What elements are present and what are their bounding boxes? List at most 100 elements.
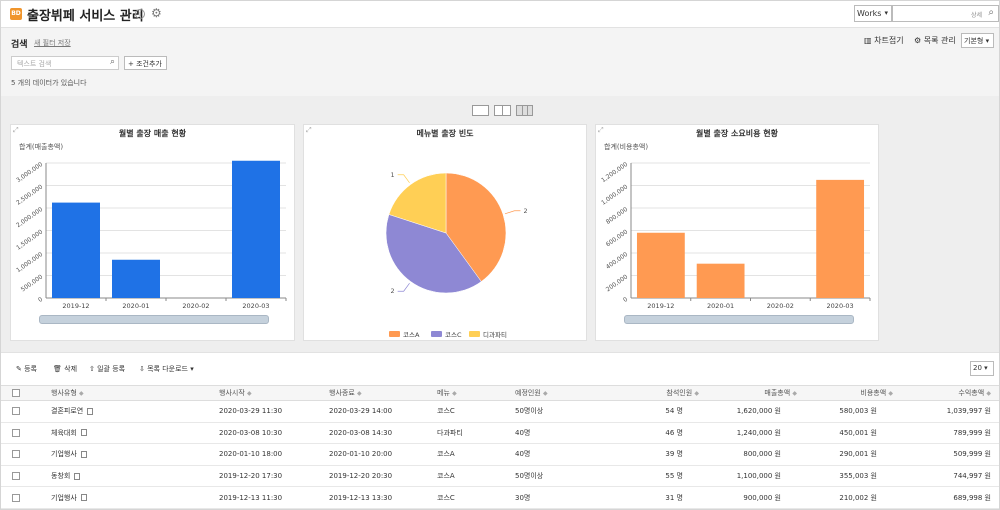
x-tick-label: 2020-03 — [827, 302, 854, 310]
search-icon[interactable]: ⌕ — [988, 7, 994, 18]
header-event-type[interactable]: 행사유형 ◆ — [31, 385, 219, 401]
cell-value: 54 명 — [665, 407, 683, 416]
header-sales[interactable]: 매출총액 ◆ — [705, 385, 803, 401]
search-detail-label[interactable]: 상세 — [971, 10, 982, 19]
row-checkbox-cell — [1, 422, 31, 445]
bulk-register-button[interactable]: ⇧ 일괄 등록 — [89, 364, 125, 374]
sort-icon[interactable]: ◆ — [452, 390, 457, 397]
delete-label: 삭제 — [64, 365, 78, 373]
table-cell: 코스A — [437, 443, 515, 466]
cell-value: 355,003 원 — [839, 472, 877, 481]
list-manage-button[interactable]: ⚙ 목록 관리 — [914, 35, 956, 46]
search-icon[interactable]: ⌕ — [110, 57, 115, 67]
view-select-label: 기본형 — [964, 37, 984, 45]
download-button[interactable]: ⇩ 목록 다운로드 ▾ — [139, 364, 194, 374]
chart-scroll-handle[interactable] — [624, 315, 854, 324]
x-tick-label: 2019-12 — [62, 302, 89, 310]
x-tick-label: 2020-03 — [242, 302, 269, 310]
legend-label: 디과파티 — [483, 330, 507, 339]
select-all-checkbox[interactable] — [12, 389, 20, 397]
table-cell: 40명 — [515, 422, 609, 445]
sort-icon[interactable]: ◆ — [888, 390, 893, 397]
row-checkbox[interactable] — [12, 428, 20, 437]
gear-icon[interactable]: ⚙ — [151, 6, 162, 20]
open-document-icon[interactable] — [74, 472, 81, 480]
header-attended[interactable]: 참석인원 ◆ — [609, 385, 705, 401]
header-menu[interactable]: 메뉴 ◆ — [437, 385, 515, 401]
chart-ylabel: 합계(매출총액) — [19, 143, 64, 151]
sort-icon[interactable]: ◆ — [694, 390, 699, 397]
table-cell: 코스C — [437, 400, 515, 423]
app-logo-icon: BD — [10, 8, 22, 20]
table-cell: 2019-12-20 17:30 — [219, 465, 329, 488]
header-label: 수익총액 — [958, 389, 985, 397]
table-row[interactable]: 동창회 2019-12-20 17:30 2019-12-20 20:30 코스A 50… — [1, 465, 999, 488]
workspace-select[interactable]: Works ▾ — [854, 5, 892, 22]
table-cell: 2020-01-10 20:00 — [329, 443, 437, 466]
layout-one-column-button[interactable] — [472, 105, 489, 116]
chart-fold-button[interactable]: ▥ 차트접기 — [864, 35, 904, 46]
row-checkbox[interactable] — [12, 493, 20, 502]
row-checkbox[interactable] — [12, 472, 20, 481]
table-header-row: 행사유형 ◆ 행사시작 ◆ 행사종료 ◆ 메뉴 ◆ 예정인원 ◆ 참석인원 ◆ … — [1, 385, 999, 401]
layout-three-column-button[interactable] — [516, 105, 533, 116]
page-size-select[interactable]: 20 ▾ — [970, 361, 994, 376]
open-document-icon[interactable] — [80, 494, 87, 502]
open-document-icon[interactable] — [80, 450, 87, 458]
row-checkbox[interactable] — [12, 407, 20, 416]
sort-icon[interactable]: ◆ — [986, 390, 991, 397]
table-cell: 55 명 — [609, 465, 705, 488]
top-search-input[interactable]: 상세 ⌕ — [892, 5, 999, 22]
header-label: 매출총액 — [764, 389, 791, 397]
table-cell: 50명이상 — [515, 465, 609, 488]
info-icon[interactable]: i — [135, 9, 145, 19]
delete-button[interactable]: 🗑 삭제 — [53, 364, 77, 374]
cell-value: 789,999 원 — [953, 428, 991, 437]
cell-value: 30명 — [515, 493, 531, 502]
layout-two-column-button[interactable] — [494, 105, 511, 116]
table-row[interactable]: 체육대회 2020-03-08 10:30 2020-03-08 14:30 다과파티… — [1, 422, 999, 445]
bar — [816, 179, 865, 298]
chart-fold-label: 차트접기 — [874, 36, 904, 45]
add-condition-button[interactable]: + 조건추가 — [124, 56, 167, 70]
header-planned[interactable]: 예정인원 ◆ — [515, 385, 609, 401]
bar — [636, 232, 685, 298]
header-start[interactable]: 행사시작 ◆ — [219, 385, 329, 401]
page-size-label: 20 — [973, 364, 982, 372]
sort-icon[interactable]: ◆ — [79, 390, 84, 397]
sort-icon[interactable]: ◆ — [247, 390, 252, 397]
chart-title: 월별 출장 소요비용 현황 — [696, 129, 778, 138]
text-search-input[interactable]: 텍스트 검색 ⌕ — [11, 56, 119, 70]
table-cell[interactable]: 기업행사 — [31, 486, 219, 509]
table-cell: 2020-03-08 14:30 — [329, 422, 437, 445]
header-profit[interactable]: 수익총액 ◆ — [899, 385, 999, 401]
list-manage-label: 목록 관리 — [923, 36, 956, 45]
x-tick-label: 2020-02 — [182, 302, 209, 310]
table-row[interactable]: 기업행사 2020-01-10 18:00 2020-01-10 20:00 코스A 4… — [1, 443, 999, 466]
table-row[interactable]: 기업행사 2019-12-13 11:30 2019-12-13 13:30 코스C 3… — [1, 486, 999, 509]
header-end[interactable]: 행사종료 ◆ — [329, 385, 437, 401]
cell-value: 40명 — [515, 428, 531, 437]
legend-swatch — [469, 331, 480, 337]
open-document-icon[interactable] — [87, 407, 94, 415]
header-label: 행사유형 — [51, 389, 77, 397]
register-button[interactable]: ✎ 등록 — [16, 364, 37, 374]
cell-value: 2020-03-08 14:30 — [329, 428, 393, 437]
chevron-down-icon: ▾ — [884, 9, 888, 17]
table-row[interactable]: 결혼피로연 2020-03-29 11:30 2020-03-29 14:00 코스C… — [1, 400, 999, 423]
sort-icon[interactable]: ◆ — [792, 390, 797, 397]
table-cell[interactable]: 결혼피로연 — [31, 400, 219, 423]
row-checkbox[interactable] — [12, 450, 20, 459]
open-document-icon[interactable] — [80, 429, 87, 437]
table-cell[interactable]: 체육대회 — [31, 422, 219, 445]
pie-label-line — [397, 282, 410, 292]
sort-icon[interactable]: ◆ — [543, 390, 548, 397]
header-cost[interactable]: 비용총액 ◆ — [803, 385, 899, 401]
table-cell[interactable]: 기업행사 — [31, 443, 219, 466]
table-cell[interactable]: 동창회 — [31, 465, 219, 488]
view-select[interactable]: 기본형 ▾ — [961, 33, 994, 48]
sort-icon[interactable]: ◆ — [357, 390, 362, 397]
chart-scroll-handle[interactable] — [39, 315, 269, 324]
save-filter-link[interactable]: 새 필터 저장 — [34, 38, 71, 48]
bar — [112, 259, 160, 298]
